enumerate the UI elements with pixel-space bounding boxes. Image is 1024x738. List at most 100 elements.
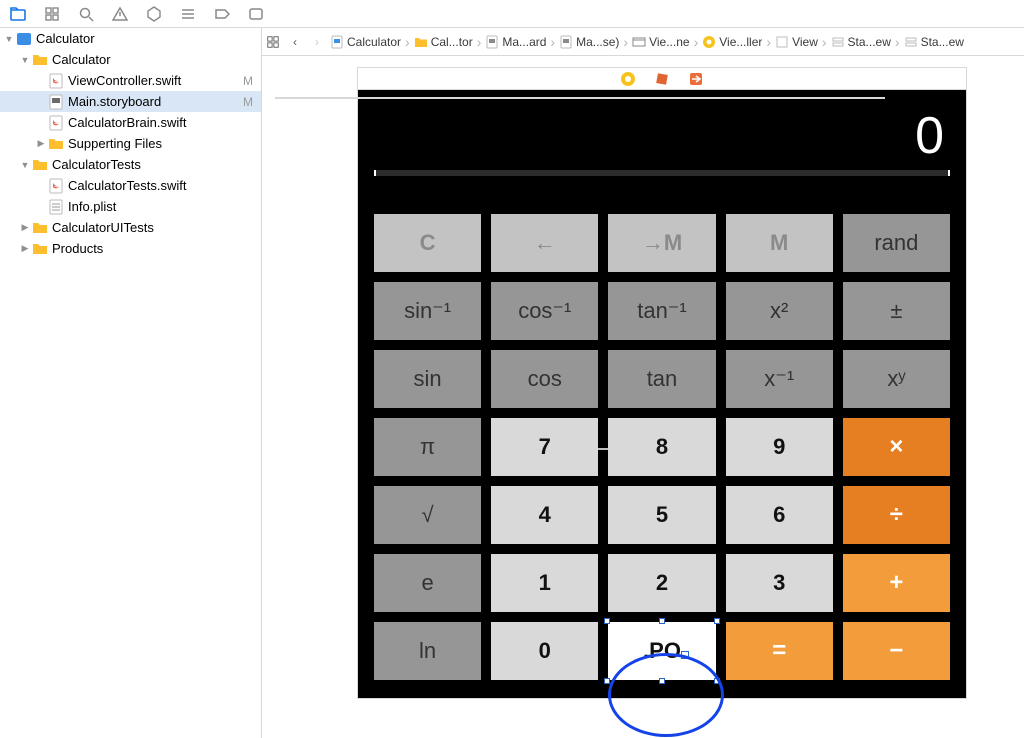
calc-key[interactable]: ÷ — [843, 486, 950, 544]
calc-key[interactable]: x⁻¹ — [726, 350, 833, 408]
calc-key[interactable]: sin⁻¹ — [374, 282, 481, 340]
calc-key[interactable]: xʸ — [843, 350, 950, 408]
calc-key[interactable]: M — [726, 214, 833, 272]
breadcrumb-label: Cal...tor — [431, 35, 473, 49]
navigator-item-label: CalculatorTests.swift — [68, 178, 253, 193]
debug-nav-icon[interactable] — [180, 6, 196, 22]
calc-key[interactable]: √ — [374, 486, 481, 544]
breadcrumb-item[interactable]: Vie...ller — [700, 35, 764, 49]
vc-yellow-icon[interactable] — [620, 71, 636, 87]
navigator-item[interactable]: ▶CalculatorBrain.swift — [0, 112, 261, 133]
exit-icon[interactable] — [688, 71, 704, 87]
calc-key[interactable]: 2 — [608, 554, 715, 612]
calc-key[interactable]: 8 — [608, 418, 715, 476]
breadcrumb-item[interactable]: Cal...tor — [412, 35, 475, 49]
breadcrumb-item[interactable]: Ma...ard — [483, 35, 548, 49]
breadcrumb-item[interactable]: Vie...ne — [630, 35, 691, 49]
swift-icon — [48, 73, 64, 89]
calc-key[interactable]: ln — [374, 622, 481, 680]
calc-key[interactable]: tan⁻¹ — [608, 282, 715, 340]
calc-key[interactable]: cos⁻¹ — [491, 282, 598, 340]
calc-key[interactable]: C — [374, 214, 481, 272]
navigator-item-label: CalculatorBrain.swift — [68, 115, 253, 130]
swift-icon — [48, 178, 64, 194]
storyboard-alt-icon — [559, 35, 573, 49]
calc-key[interactable]: × — [843, 418, 950, 476]
symbol-nav-icon[interactable] — [44, 6, 60, 22]
report-nav-icon[interactable] — [248, 6, 264, 22]
calc-key[interactable]: + — [843, 554, 950, 612]
forward-button[interactable]: › — [306, 28, 328, 55]
breadcrumb-item[interactable]: View — [773, 35, 820, 49]
calc-key[interactable]: 6 — [726, 486, 833, 544]
folder-nav-icon[interactable] — [10, 6, 26, 22]
calc-key[interactable]: 4 — [491, 486, 598, 544]
calc-key[interactable]: 5 — [608, 486, 715, 544]
vc-root-view[interactable]: 0 C←→MMrand sin⁻¹cos⁻¹tan⁻¹x²± sincostanx⁻… — [358, 90, 966, 698]
scene-dock[interactable] — [358, 68, 966, 90]
storyboard-icon — [485, 35, 499, 49]
calc-key[interactable]: 3 — [726, 554, 833, 612]
stack-icon — [831, 35, 845, 49]
folder-icon — [32, 52, 48, 68]
disclosure-triangle-icon[interactable]: ▼ — [4, 34, 14, 44]
search-nav-icon[interactable] — [78, 6, 94, 22]
breadcrumb-item[interactable]: Sta...ew — [902, 35, 966, 49]
calc-key[interactable]: x² — [726, 282, 833, 340]
breadcrumb-label: Sta...ew — [921, 35, 964, 49]
calc-key[interactable]: →M — [608, 214, 715, 272]
storyboard-icon — [48, 94, 64, 110]
selection-handle[interactable] — [714, 678, 720, 684]
calc-key[interactable]: e — [374, 554, 481, 612]
navigator-root[interactable]: ▼ Calculator — [0, 28, 261, 49]
navigator-item[interactable]: ▼Calculator — [0, 49, 261, 70]
view-controller-scene[interactable]: 0 C←→MMrand sin⁻¹cos⁻¹tan⁻¹x²± sincostanx⁻… — [358, 68, 966, 698]
disclosure-triangle-icon[interactable]: ▶ — [20, 244, 30, 254]
calc-key[interactable]: rand — [843, 214, 950, 272]
calc-key[interactable]: π — [374, 418, 481, 476]
disclosure-triangle-icon[interactable]: ▶ — [20, 223, 30, 233]
related-items-icon[interactable] — [262, 28, 284, 55]
disclosure-triangle-icon[interactable]: ▶ — [36, 139, 46, 149]
navigator-item[interactable]: ▶Main.storyboardM — [0, 91, 261, 112]
calc-key[interactable]: 1 — [491, 554, 598, 612]
breadcrumb-item[interactable]: Ma...se) — [557, 35, 621, 49]
navigator-item[interactable]: ▼CalculatorTests — [0, 154, 261, 175]
calc-key[interactable]: tan — [608, 350, 715, 408]
calc-key[interactable]: − — [843, 622, 950, 680]
calc-key[interactable]: 9 — [726, 418, 833, 476]
navigator-item[interactable]: ▶Products — [0, 238, 261, 259]
calc-key[interactable]: = — [726, 622, 833, 680]
back-button[interactable]: ‹ — [284, 28, 306, 55]
calc-key[interactable]: ← — [491, 214, 598, 272]
selection-handle[interactable] — [714, 618, 720, 624]
selection-handle[interactable] — [659, 618, 665, 624]
navigator-tree[interactable]: ▼ Calculator ▼Calculator▶ViewController.… — [0, 28, 261, 738]
storyboard-canvas[interactable]: 0 C←→MMrand sin⁻¹cos⁻¹tan⁻¹x²± sincostanx⁻… — [262, 56, 1024, 738]
folder-icon — [32, 157, 48, 173]
test-nav-icon[interactable] — [146, 6, 162, 22]
xcode-project-icon — [16, 31, 32, 47]
navigator-item[interactable]: ▶CalculatorUITests — [0, 217, 261, 238]
calc-key[interactable]: .PO — [608, 622, 715, 680]
breadcrumb-item[interactable]: Calculator — [328, 35, 403, 49]
navigator-item[interactable]: ▶Supperting Files — [0, 133, 261, 154]
navigator-item[interactable]: ▶ViewController.swiftM — [0, 70, 261, 91]
disclosure-triangle-icon[interactable]: ▼ — [20, 55, 30, 65]
calculator-display[interactable]: 0 — [374, 98, 950, 170]
issue-nav-icon[interactable] — [112, 6, 128, 22]
calc-key[interactable]: ± — [843, 282, 950, 340]
calc-key[interactable]: 0 — [491, 622, 598, 680]
breadcrumb-item[interactable]: Sta...ew — [829, 35, 893, 49]
calc-key[interactable]: 7 — [491, 418, 598, 476]
calc-key[interactable]: sin — [374, 350, 481, 408]
navigator-item[interactable]: ▶Info.plist — [0, 196, 261, 217]
calc-key[interactable]: cos — [491, 350, 598, 408]
selection-handle[interactable] — [659, 678, 665, 684]
navigator-item[interactable]: ▶CalculatorTests.swift — [0, 175, 261, 196]
breakpoint-nav-icon[interactable] — [214, 6, 230, 22]
selection-handle[interactable] — [604, 618, 610, 624]
selection-handle[interactable] — [604, 678, 610, 684]
first-responder-icon[interactable] — [654, 71, 670, 87]
disclosure-triangle-icon[interactable]: ▼ — [20, 160, 30, 170]
